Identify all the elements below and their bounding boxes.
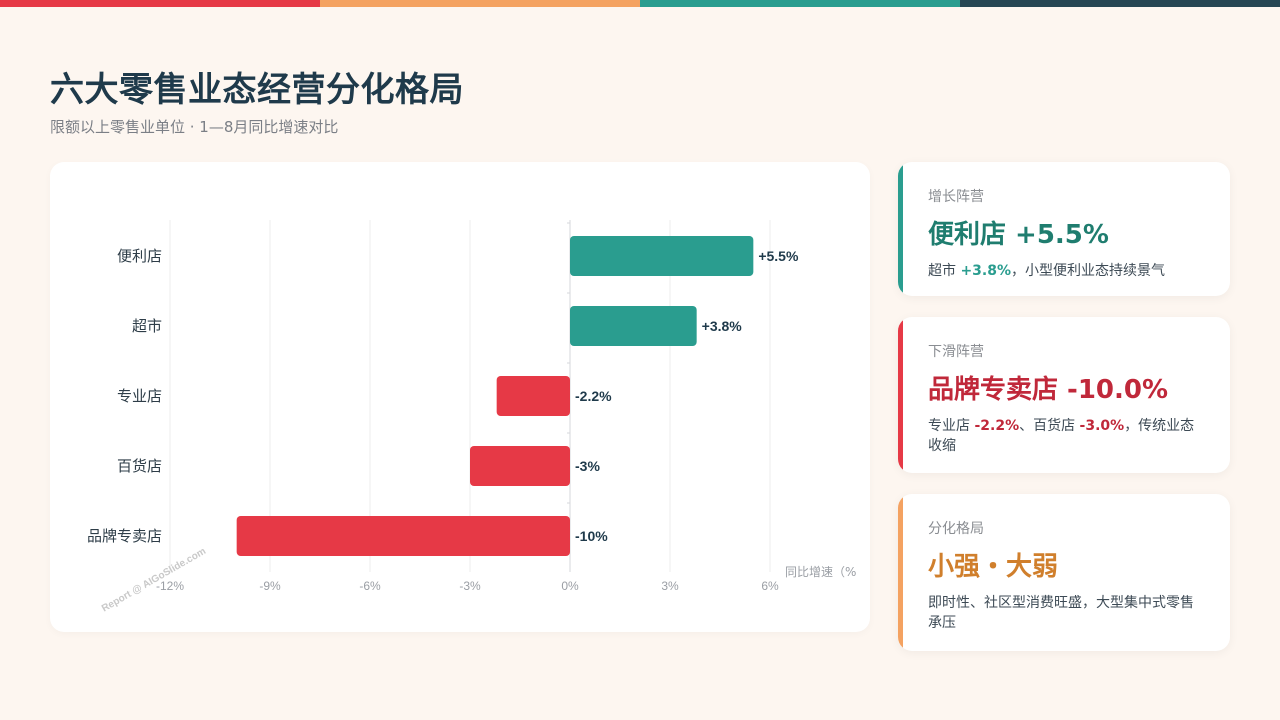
pattern-card-accent-bar [898,494,903,651]
category-label: 便利店 [117,247,162,265]
category-label: 品牌专卖店 [87,527,162,545]
pattern-card: 分化格局 小强・大弱 即时性、社区型消费旺盛，大型集中式零售承压 [898,494,1230,651]
bar [470,446,570,486]
decline-card-headline: 品牌专卖店 -10.0% [928,375,1169,405]
bar [570,306,697,346]
growth-card-label: 增长阵营 [928,189,984,205]
decline-card-accent-bar [898,317,903,473]
growth-card: 增长阵营 便利店 +5.5% 超市 +3.8%，小型便利业态持续景气 [898,162,1230,296]
decline-desc-prefix: 专业店 [928,418,975,434]
growth-card-accent-bar [898,162,903,296]
decline-desc-value-1: -2.2% [974,418,1020,434]
x-tick-label: -9% [259,579,281,593]
decline-desc-mid: 、百货店 [1019,418,1080,434]
page-title: 六大零售业态经营分化格局 [50,70,464,110]
decline-card-label: 下滑阵营 [928,344,984,360]
data-label: +5.5% [758,248,799,264]
data-label: -2.2% [575,388,612,404]
pattern-card-desc: 即时性、社区型消费旺盛，大型集中式零售承压 [928,595,1194,632]
strip-segment-teal [640,0,960,7]
strip-segment-navy [960,0,1280,7]
growth-card-desc: 超市 +3.8%，小型便利业态持续景气 [928,261,1204,281]
strip-segment-orange [320,0,640,7]
bar [570,236,754,276]
category-label: 百货店 [117,457,162,475]
x-axis-label: 同比增速（% [785,565,856,579]
x-tick-label: -6% [359,579,381,593]
category-label: 专业店 [117,387,162,405]
growth-card-headline: 便利店 +5.5% [928,220,1109,250]
page-subtitle: 限额以上零售业单位 · 1—8月同比增速对比 [50,118,339,136]
data-label: -3% [575,458,600,474]
category-label: 超市 [132,317,162,335]
x-tick-label: 3% [661,579,679,593]
decline-card: 下滑阵营 品牌专卖店 -10.0% 专业店 -2.2%、百货店 -3.0%，传统… [898,317,1230,473]
bar [496,376,570,416]
pattern-card-label: 分化格局 [928,521,984,537]
decline-desc-value-2: -3.0% [1079,418,1125,434]
data-label: -10% [575,528,608,544]
top-color-strip [0,0,1280,7]
x-tick-label: 6% [761,579,779,593]
x-tick-label: 0% [561,579,579,593]
growth-desc-suffix: ，小型便利业态持续景气 [1011,263,1166,279]
growth-desc-value: +3.8% [960,263,1012,279]
data-label: +3.8% [702,318,743,334]
growth-desc-prefix: 超市 [928,263,961,279]
strip-segment-red [0,0,320,7]
bar [236,516,570,556]
decline-card-desc: 专业店 -2.2%、百货店 -3.0%，传统业态收缩 [928,416,1204,457]
pattern-card-headline: 小强・大弱 [928,552,1059,582]
x-tick-label: -3% [459,579,481,593]
